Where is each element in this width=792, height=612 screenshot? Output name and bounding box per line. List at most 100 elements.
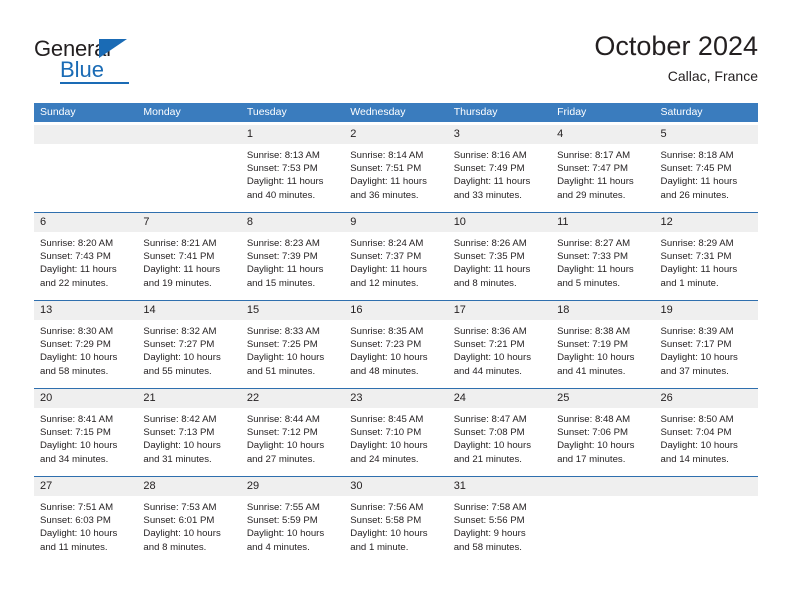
- day-detail-line: and 31 minutes.: [143, 453, 212, 465]
- day-number[interactable]: 9: [344, 213, 447, 232]
- day-number[interactable]: 22: [241, 389, 344, 408]
- day-number[interactable]: 13: [34, 301, 137, 320]
- day-number[interactable]: 19: [655, 301, 758, 320]
- day-detail-line: Sunrise: 7:51 AM: [40, 502, 114, 513]
- day-number[interactable]: 12: [655, 213, 758, 232]
- day-cell[interactable]: Sunrise: 8:32 AM Sunset: 7:27 PM Daylight:…: [137, 320, 240, 388]
- day-cell[interactable]: Sunrise: 8:47 AM Sunset: 7:08 PM Daylight:…: [448, 408, 551, 476]
- day-detail-line: Daylight: 11 hours: [246, 264, 324, 276]
- day-detail-line: Sunset: 7:08 PM: [453, 427, 525, 439]
- day-cell[interactable]: Sunrise: 8:36 AM Sunset: 7:21 PM Daylight:…: [448, 320, 551, 388]
- day-number[interactable]: 7: [137, 213, 240, 232]
- day-detail-line: and 1 minute.: [660, 277, 719, 289]
- day-detail-line: Daylight: 10 hours: [350, 352, 428, 364]
- day-number[interactable]: 10: [448, 213, 551, 232]
- day-cell[interactable]: Sunrise: 8:38 AM Sunset: 7:19 PM Daylight:…: [551, 320, 654, 388]
- day-cell[interactable]: Sunrise: 8:48 AM Sunset: 7:06 PM Daylight:…: [551, 408, 654, 476]
- day-cell[interactable]: Sunrise: 7:55 AM Sunset: 5:59 PM Daylight:…: [241, 496, 344, 564]
- day-number[interactable]: 15: [241, 301, 344, 320]
- day-cell[interactable]: Sunrise: 8:24 AM Sunset: 7:37 PM Daylight:…: [344, 232, 447, 300]
- day-number[interactable]: 18: [551, 301, 654, 320]
- day-cell[interactable]: Sunrise: 8:27 AM Sunset: 7:33 PM Daylight:…: [551, 232, 654, 300]
- day-detail-line: Daylight: 10 hours: [453, 440, 532, 452]
- day-detail-line: Daylight: 11 hours: [350, 264, 427, 276]
- week-day-numbers: 13 14 15 16 17 18 19: [34, 301, 758, 320]
- day-number[interactable]: 27: [34, 477, 137, 496]
- day-detail-line: Sunrise: 8:18 AM: [660, 150, 734, 161]
- week-day-details: Sunrise: 8:20 AM Sunset: 7:43 PM Daylight:…: [34, 232, 758, 300]
- day-cell[interactable]: Sunrise: 8:30 AM Sunset: 7:29 PM Daylight:…: [34, 320, 137, 388]
- day-cell[interactable]: Sunrise: 8:42 AM Sunset: 7:13 PM Daylight:…: [137, 408, 240, 476]
- week-day-numbers: 27 28 29 30 31: [34, 477, 758, 496]
- day-number-empty: [34, 125, 137, 144]
- day-number[interactable]: 16: [344, 301, 447, 320]
- title-block: October 2024 Callac, France: [594, 30, 758, 86]
- day-number[interactable]: 8: [241, 213, 344, 232]
- day-detail-line: and 24 minutes.: [350, 453, 419, 465]
- day-detail-line: Sunset: 7:12 PM: [246, 427, 318, 439]
- day-detail-line: Sunrise: 8:41 AM: [40, 414, 114, 425]
- day-number[interactable]: 29: [241, 477, 344, 496]
- day-detail-line: Sunset: 7:31 PM: [660, 251, 732, 263]
- day-number[interactable]: 31: [448, 477, 551, 496]
- day-cell[interactable]: Sunrise: 7:53 AM Sunset: 6:01 PM Daylight:…: [137, 496, 240, 564]
- day-cell[interactable]: Sunrise: 8:14 AM Sunset: 7:51 PM Daylight:…: [344, 144, 447, 212]
- day-detail-line: and 37 minutes.: [660, 365, 729, 377]
- day-number[interactable]: 30: [344, 477, 447, 496]
- day-number[interactable]: 14: [137, 301, 240, 320]
- day-detail-line: and 12 minutes.: [350, 277, 419, 289]
- page-subtitle: Callac, France: [667, 68, 758, 84]
- day-number[interactable]: 26: [655, 389, 758, 408]
- day-detail-line: Daylight: 10 hours: [350, 528, 428, 540]
- week-day-details: Sunrise: 8:30 AM Sunset: 7:29 PM Daylight:…: [34, 320, 758, 388]
- day-number[interactable]: 11: [551, 213, 654, 232]
- day-number[interactable]: 21: [137, 389, 240, 408]
- day-detail-line: Sunrise: 8:14 AM: [350, 150, 424, 161]
- day-cell[interactable]: Sunrise: 8:41 AM Sunset: 7:15 PM Daylight:…: [34, 408, 137, 476]
- day-number[interactable]: 23: [344, 389, 447, 408]
- day-cell[interactable]: Sunrise: 8:44 AM Sunset: 7:12 PM Daylight:…: [241, 408, 344, 476]
- day-detail-line: Sunrise: 8:44 AM: [246, 414, 320, 425]
- day-detail-line: Daylight: 10 hours: [143, 352, 221, 364]
- day-detail-line: Daylight: 11 hours: [660, 176, 738, 188]
- day-detail-line: Daylight: 10 hours: [660, 352, 738, 364]
- day-number[interactable]: 25: [551, 389, 654, 408]
- day-detail-line: and 44 minutes.: [453, 365, 522, 377]
- day-detail-line: Daylight: 11 hours: [453, 176, 531, 188]
- day-cell[interactable]: Sunrise: 8:29 AM Sunset: 7:31 PM Daylight:…: [655, 232, 758, 300]
- day-cell[interactable]: Sunrise: 8:23 AM Sunset: 7:39 PM Daylight:…: [241, 232, 344, 300]
- day-detail-line: Sunset: 6:01 PM: [143, 515, 215, 527]
- day-number[interactable]: 2: [344, 125, 447, 144]
- day-number[interactable]: 6: [34, 213, 137, 232]
- day-detail-line: Sunrise: 8:50 AM: [660, 414, 734, 425]
- day-number[interactable]: 28: [137, 477, 240, 496]
- day-cell[interactable]: Sunrise: 8:50 AM Sunset: 7:04 PM Daylight:…: [655, 408, 758, 476]
- day-detail-line: and 8 minutes.: [453, 277, 517, 289]
- day-number[interactable]: 17: [448, 301, 551, 320]
- day-cell[interactable]: Sunrise: 7:51 AM Sunset: 6:03 PM Daylight:…: [34, 496, 137, 564]
- day-cell[interactable]: Sunrise: 8:16 AM Sunset: 7:49 PM Daylight:…: [448, 144, 551, 212]
- week-day-numbers: 12345: [34, 125, 758, 144]
- day-cell[interactable]: Sunrise: 8:13 AM Sunset: 7:53 PM Daylight:…: [241, 144, 344, 212]
- day-cell[interactable]: Sunrise: 7:58 AM Sunset: 5:56 PM Daylight:…: [448, 496, 551, 564]
- day-number[interactable]: 4: [551, 125, 654, 144]
- day-cell[interactable]: Sunrise: 7:56 AM Sunset: 5:58 PM Daylight:…: [344, 496, 447, 564]
- day-cell[interactable]: Sunrise: 8:33 AM Sunset: 7:25 PM Daylight:…: [241, 320, 344, 388]
- day-cell[interactable]: Sunrise: 8:26 AM Sunset: 7:35 PM Daylight:…: [448, 232, 551, 300]
- day-number[interactable]: 3: [448, 125, 551, 144]
- day-detail-line: Daylight: 10 hours: [40, 352, 118, 364]
- day-number[interactable]: 20: [34, 389, 137, 408]
- day-cell[interactable]: Sunrise: 8:18 AM Sunset: 7:45 PM Daylight:…: [655, 144, 758, 212]
- day-number[interactable]: 5: [655, 125, 758, 144]
- day-number[interactable]: 1: [241, 125, 344, 144]
- day-detail-line: Sunset: 7:06 PM: [557, 427, 629, 439]
- day-cell[interactable]: Sunrise: 8:45 AM Sunset: 7:10 PM Daylight:…: [344, 408, 447, 476]
- day-cell[interactable]: Sunrise: 8:39 AM Sunset: 7:17 PM Daylight:…: [655, 320, 758, 388]
- day-cell[interactable]: Sunrise: 8:35 AM Sunset: 7:23 PM Daylight:…: [344, 320, 447, 388]
- day-cell-empty: [655, 496, 758, 564]
- day-cell[interactable]: Sunrise: 8:17 AM Sunset: 7:47 PM Daylight:…: [551, 144, 654, 212]
- day-cell[interactable]: Sunrise: 8:20 AM Sunset: 7:43 PM Daylight:…: [34, 232, 137, 300]
- day-number[interactable]: 24: [448, 389, 551, 408]
- day-cell[interactable]: Sunrise: 8:21 AM Sunset: 7:41 PM Daylight:…: [137, 232, 240, 300]
- day-detail-line: Daylight: 11 hours: [557, 176, 634, 188]
